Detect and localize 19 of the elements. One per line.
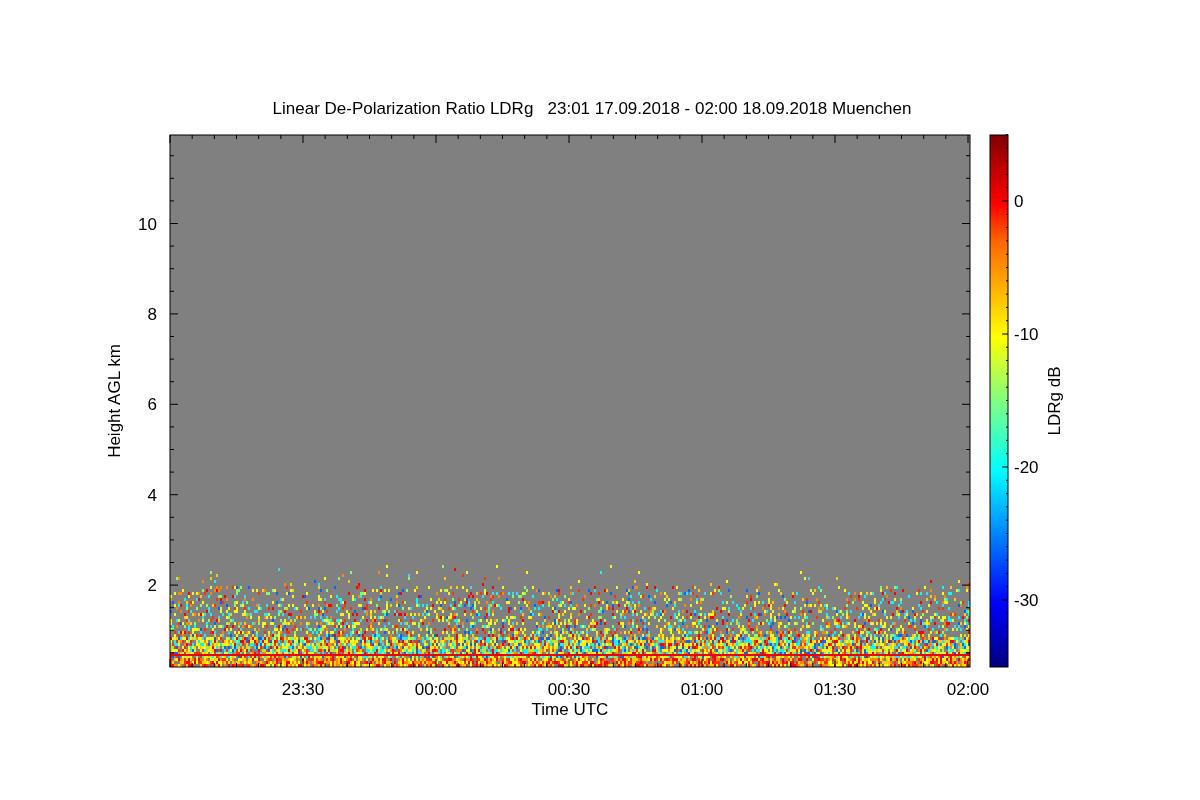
color-scale-tick-label: 0 — [1014, 192, 1024, 211]
x-tick-label: 01:00 — [680, 680, 724, 699]
color-scale-tick-label: -10 — [1014, 325, 1039, 344]
x-tick-label: 02:00 — [946, 680, 990, 699]
y-tick-label: 6 — [147, 395, 157, 415]
x-tick-label: 00:30 — [547, 680, 591, 699]
y-tick-label: 2 — [147, 576, 157, 596]
x-tick-label: 01:30 — [813, 680, 857, 699]
x-tick-label: 00:00 — [414, 680, 458, 699]
plot-title: Linear De-Polarization Ratio LDRg 23:01 17.09.2018 - 02:00 18.09.2018 Muenchen — [272, 99, 912, 118]
x-axis-label: Time UTC — [531, 700, 609, 719]
y-tick-label: 8 — [147, 304, 157, 324]
color-scale-label: LDRg dB — [1045, 366, 1064, 436]
y-tick-label: 4 — [147, 485, 157, 505]
color-scale-tick-label: -30 — [1014, 591, 1039, 610]
color-scale-tick-label: -20 — [1014, 458, 1039, 477]
x-tick-label: 23:30 — [281, 680, 325, 699]
y-axis-label: Height AGL km — [105, 344, 124, 458]
y-tick-label: 10 — [138, 214, 157, 234]
